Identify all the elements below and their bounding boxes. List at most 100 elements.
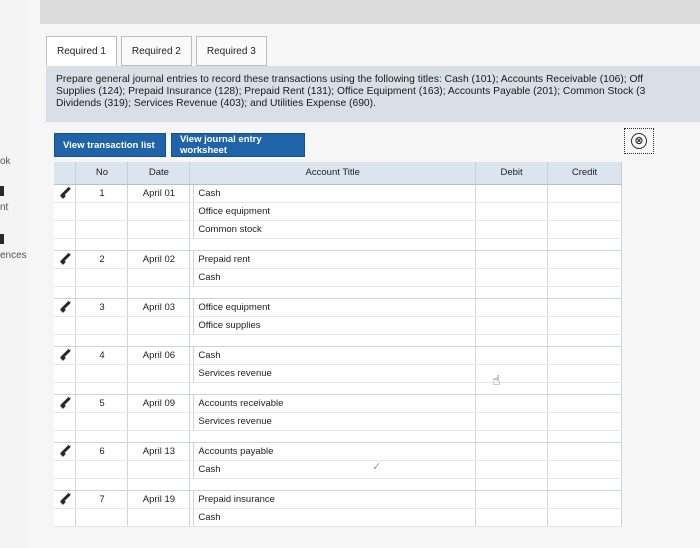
debit-cell[interactable] [475,346,549,365]
debit-cell[interactable] [475,202,549,221]
entry-date: April 01 [127,183,191,203]
pencil-icon[interactable] [59,348,71,360]
account-title-cell[interactable]: Office equipment [189,298,477,317]
account-title-cell[interactable]: Office supplies [189,316,477,335]
close-button[interactable]: ⊗ [624,128,654,154]
separator-cell [475,334,549,347]
edit-cell[interactable] [54,394,77,413]
debit-cell[interactable] [475,298,549,317]
separator-cell [54,382,77,395]
debit-cell[interactable] [475,508,549,527]
entry-number [75,202,129,221]
account-title: Accounts payable [193,442,471,460]
credit-cell[interactable] [547,220,622,239]
account-title-cell[interactable]: Accounts payable [189,442,477,461]
account-title-cell[interactable]: Cash [189,183,477,203]
account-title-cell[interactable]: Cash [189,508,477,527]
table-row: Office equipment [54,202,622,221]
debit-cell[interactable] [475,460,549,479]
edit-cell[interactable] [54,490,77,509]
account-title-cell[interactable]: Cash [189,346,477,365]
debit-cell[interactable] [475,442,549,461]
credit-cell[interactable] [547,346,622,365]
debit-cell[interactable] [475,364,549,383]
credit-cell[interactable] [547,250,622,269]
account-title-cell[interactable]: Prepaid rent [189,250,477,269]
account-title-cell[interactable]: Cash [189,460,477,479]
debit-cell[interactable] [475,490,549,509]
header-debit: Debit [475,162,549,185]
sidebar-fragment-1[interactable]: ok [0,156,11,167]
view-journal-entry-worksheet-button[interactable]: View journal entry worksheet [171,133,305,157]
sidebar-fragment-3[interactable]: ences [0,250,27,261]
account-title-cell[interactable]: Accounts receivable [189,394,477,413]
separator-cell [75,334,129,347]
pencil-icon[interactable] [59,444,71,456]
tab-required-3[interactable]: Required 3 [195,36,267,66]
entry-number [75,364,129,383]
account-title: Office equipment [193,202,471,220]
pencil-icon[interactable] [59,396,71,408]
debit-cell[interactable] [475,183,549,203]
edit-cell[interactable] [54,346,77,365]
debit-cell[interactable] [475,394,549,413]
credit-cell[interactable] [547,394,622,413]
credit-cell[interactable] [547,268,622,287]
pencil-icon[interactable] [59,252,71,264]
account-title: Services revenue [193,364,471,382]
pencil-icon[interactable] [59,300,71,312]
edit-cell[interactable] [54,183,77,203]
pencil-icon[interactable] [59,186,71,198]
left-sidebar-strip: ok nt ences [0,0,28,548]
account-title-cell[interactable]: Services revenue [189,364,477,383]
debit-cell[interactable] [475,412,549,431]
credit-cell[interactable] [547,460,622,479]
credit-cell[interactable] [547,202,622,221]
account-title-cell[interactable]: Common stock [189,220,477,239]
edit-cell[interactable] [54,442,77,461]
tab-required-2[interactable]: Required 2 [120,36,192,66]
debit-cell[interactable] [475,268,549,287]
account-title-cell[interactable]: Services revenue [189,412,477,431]
tab-required-1[interactable]: Required 1 [46,36,117,66]
credit-cell[interactable] [547,412,622,431]
debit-cell[interactable] [475,220,549,239]
debit-cell[interactable] [475,316,549,335]
header-no: No [75,162,129,185]
entry-number [75,508,129,527]
credit-cell[interactable] [547,508,622,527]
sidebar-fragment-2[interactable]: nt [0,202,8,213]
entry-number: 1 [75,183,129,203]
edit-cell [54,460,77,479]
credit-cell[interactable] [547,490,622,509]
debit-cell[interactable] [475,250,549,269]
account-title-cell[interactable]: Prepaid insurance [189,490,477,509]
credit-cell[interactable] [547,183,622,203]
hand-cursor-icon: ☝ [492,372,501,388]
edit-cell[interactable] [54,298,77,317]
credit-cell[interactable] [547,316,622,335]
header-edit [54,162,77,185]
account-title-cell[interactable]: Office equipment [189,202,477,221]
journal-table: No Date Account Title Debit Credit 1 Apri… [54,162,622,527]
edit-cell [54,220,77,239]
account-title: Office equipment [193,298,471,316]
separator-cell [189,238,477,251]
view-transaction-list-button[interactable]: View transaction list [54,133,166,157]
account-title-cell[interactable]: Cash [189,268,477,287]
separator-cell [547,334,622,347]
entry-date [127,316,191,335]
entry-date [127,412,191,431]
edit-cell[interactable] [54,250,77,269]
instruction-panel: Prepare general journal entries to recor… [46,66,700,122]
table-row: Cash [54,460,622,479]
entry-number: 5 [75,394,129,413]
account-title: Cash [193,460,471,478]
credit-cell[interactable] [547,364,622,383]
separator-cell [54,238,77,251]
table-row: 7 April 19 Prepaid insurance [54,490,622,509]
pencil-icon[interactable] [59,492,71,504]
entry-number [75,220,129,239]
credit-cell[interactable] [547,298,622,317]
credit-cell[interactable] [547,442,622,461]
